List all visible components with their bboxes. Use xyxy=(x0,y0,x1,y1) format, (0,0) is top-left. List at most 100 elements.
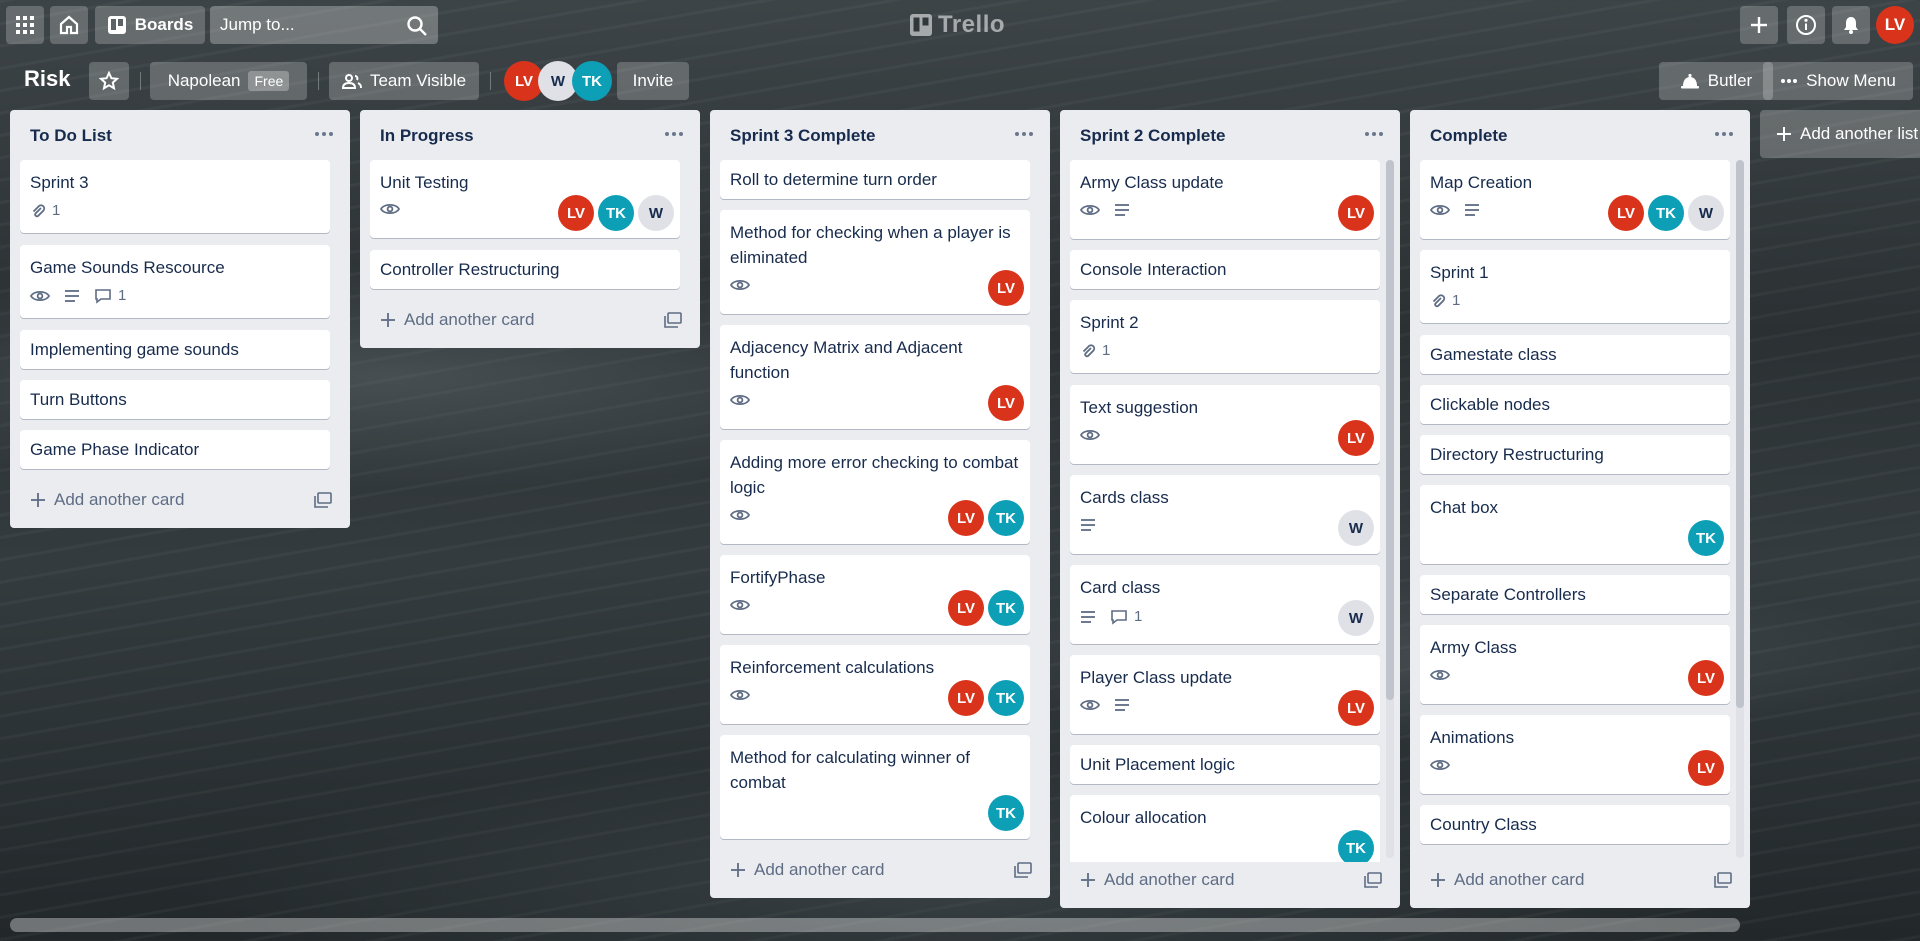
member-avatar[interactable]: W xyxy=(1338,600,1374,636)
card[interactable]: Sprint 1 1 xyxy=(1420,250,1730,323)
member-avatar[interactable]: LV xyxy=(1688,660,1724,696)
member-avatar[interactable]: TK xyxy=(1338,830,1374,862)
card[interactable]: Chat box TK xyxy=(1420,485,1730,564)
card-template-icon[interactable] xyxy=(1364,872,1382,888)
card[interactable]: Adjacency Matrix and Adjacent function L… xyxy=(720,325,1030,429)
add-card-button[interactable]: Add another card xyxy=(1080,870,1234,890)
list-title[interactable]: Sprint 3 Complete xyxy=(730,126,875,146)
card[interactable]: Clickable nodes xyxy=(1420,385,1730,424)
card[interactable]: Player Class update LV xyxy=(1070,655,1380,734)
add-card-button[interactable]: Add another card xyxy=(380,310,534,330)
member-avatar[interactable]: LV xyxy=(1688,750,1724,786)
card[interactable]: Army Class update LV xyxy=(1070,160,1380,239)
visibility-button[interactable]: Team Visible xyxy=(329,62,479,100)
card[interactable]: Sprint 3 1 xyxy=(20,160,330,233)
card[interactable]: Animations LV xyxy=(1420,715,1730,794)
card[interactable]: Unit Placement logic xyxy=(1070,745,1380,784)
member-avatar[interactable]: TK xyxy=(598,195,634,231)
card-template-icon[interactable] xyxy=(1714,872,1732,888)
board-horizontal-scrollbar[interactable] xyxy=(10,918,1740,932)
home-button[interactable] xyxy=(50,6,88,44)
member-avatar[interactable]: W xyxy=(1688,195,1724,231)
list-title[interactable]: In Progress xyxy=(380,126,474,146)
card[interactable]: Controller Restructuring xyxy=(370,250,680,289)
card[interactable]: Unit Testing LV TK W xyxy=(370,160,680,238)
member-avatar[interactable]: LV xyxy=(988,385,1024,421)
member-avatar[interactable]: TK xyxy=(988,795,1024,831)
card[interactable]: Method for calculating winner of combat … xyxy=(720,735,1030,839)
list-sprint-3-complete[interactable]: Sprint 3 Complete Roll to determine turn… xyxy=(710,110,1050,898)
trello-logo[interactable]: Trello xyxy=(910,10,1005,40)
card[interactable]: FortifyPhase LV TK xyxy=(720,555,1030,634)
card[interactable]: Game Phase Indicator xyxy=(20,430,330,469)
card[interactable]: Reinforcement calculations LV TK xyxy=(720,645,1030,724)
card[interactable]: Roll to determine turn order xyxy=(720,160,1030,199)
card[interactable]: Gamestate class xyxy=(1420,335,1730,374)
card[interactable]: Card class 1 W xyxy=(1070,565,1380,644)
list-scrollbar-thumb[interactable] xyxy=(1736,160,1744,708)
add-card-button[interactable]: Add another card xyxy=(730,860,884,880)
show-menu-button[interactable]: Show Menu xyxy=(1763,62,1913,100)
card-template-icon[interactable] xyxy=(1014,862,1032,878)
user-avatar[interactable]: LV xyxy=(1876,6,1914,44)
invite-button[interactable]: Invite xyxy=(617,62,689,100)
star-button[interactable] xyxy=(89,62,129,100)
apps-button[interactable] xyxy=(6,6,44,44)
member-avatar[interactable]: LV xyxy=(1608,195,1644,231)
add-card-button[interactable]: Add another card xyxy=(30,490,184,510)
card[interactable]: Army Class LV xyxy=(1420,625,1730,704)
card[interactable]: Map Creation LV TK W xyxy=(1420,160,1730,239)
member-avatar[interactable]: LV xyxy=(1338,690,1374,726)
info-button[interactable] xyxy=(1787,6,1825,44)
member-avatar[interactable]: TK xyxy=(988,680,1024,716)
jump-to-search[interactable]: Jump to... xyxy=(210,6,438,44)
board-title[interactable]: Risk xyxy=(24,66,70,92)
card[interactable]: Cards class W xyxy=(1070,475,1380,554)
list-scrollbar-thumb[interactable] xyxy=(1386,160,1394,700)
card[interactable]: Directory Restructuring xyxy=(1420,435,1730,474)
list-menu-icon[interactable] xyxy=(1012,124,1036,144)
member-avatar[interactable]: TK xyxy=(572,61,612,101)
boards-button[interactable]: Boards xyxy=(95,6,205,44)
card[interactable]: Implementing game sounds xyxy=(20,330,330,369)
add-card-button[interactable]: Add another card xyxy=(1430,870,1584,890)
member-avatar[interactable]: TK xyxy=(988,500,1024,536)
member-avatar[interactable]: TK xyxy=(988,590,1024,626)
card[interactable]: Turn Buttons xyxy=(20,380,330,419)
list-complete[interactable]: Complete Map Creation LV TK W Sprint 1 1 xyxy=(1410,110,1750,908)
butler-button[interactable]: Butler xyxy=(1659,62,1773,100)
member-avatar[interactable]: LV xyxy=(948,590,984,626)
list-menu-icon[interactable] xyxy=(312,124,336,144)
member-avatar[interactable]: TK xyxy=(1648,195,1684,231)
create-button[interactable] xyxy=(1740,6,1778,44)
card[interactable]: Country Class xyxy=(1420,805,1730,844)
list-in-progress[interactable]: In Progress Unit Testing LV TK W Control… xyxy=(360,110,700,348)
member-avatar[interactable]: W xyxy=(1338,510,1374,546)
card[interactable]: Method for checking when a player is eli… xyxy=(720,210,1030,314)
card[interactable]: Adding more error checking to combat log… xyxy=(720,440,1030,544)
member-avatar[interactable]: LV xyxy=(1338,195,1374,231)
list-title[interactable]: To Do List xyxy=(30,126,112,146)
member-avatar[interactable]: LV xyxy=(988,270,1024,306)
list-menu-icon[interactable] xyxy=(662,124,686,144)
card[interactable]: Separate Controllers xyxy=(1420,575,1730,614)
team-button[interactable]: Napolean Free xyxy=(150,62,307,100)
card[interactable]: Console Interaction xyxy=(1070,250,1380,289)
member-avatar[interactable]: LV xyxy=(948,680,984,716)
notifications-button[interactable] xyxy=(1832,6,1870,44)
member-avatar[interactable]: W xyxy=(638,195,674,231)
card[interactable]: Colour allocation TK xyxy=(1070,795,1380,862)
member-avatar[interactable]: TK xyxy=(1688,520,1724,556)
member-avatar[interactable]: LV xyxy=(1338,420,1374,456)
list-sprint-2-complete[interactable]: Sprint 2 Complete Army Class update LV C… xyxy=(1060,110,1400,908)
member-avatar[interactable]: LV xyxy=(948,500,984,536)
add-list-button[interactable]: Add another list xyxy=(1760,110,1920,158)
card[interactable]: Game Sounds Rescource 1 xyxy=(20,245,330,318)
member-avatar[interactable]: LV xyxy=(558,195,594,231)
card[interactable]: Text suggestion LV xyxy=(1070,385,1380,464)
list-to-do[interactable]: To Do List Sprint 3 1 Game Sounds Rescou… xyxy=(10,110,350,528)
card-title: Army Class update xyxy=(1080,173,1224,192)
card-template-icon[interactable] xyxy=(664,312,682,328)
card[interactable]: Sprint 2 1 xyxy=(1070,300,1380,373)
card-template-icon[interactable] xyxy=(314,492,332,508)
